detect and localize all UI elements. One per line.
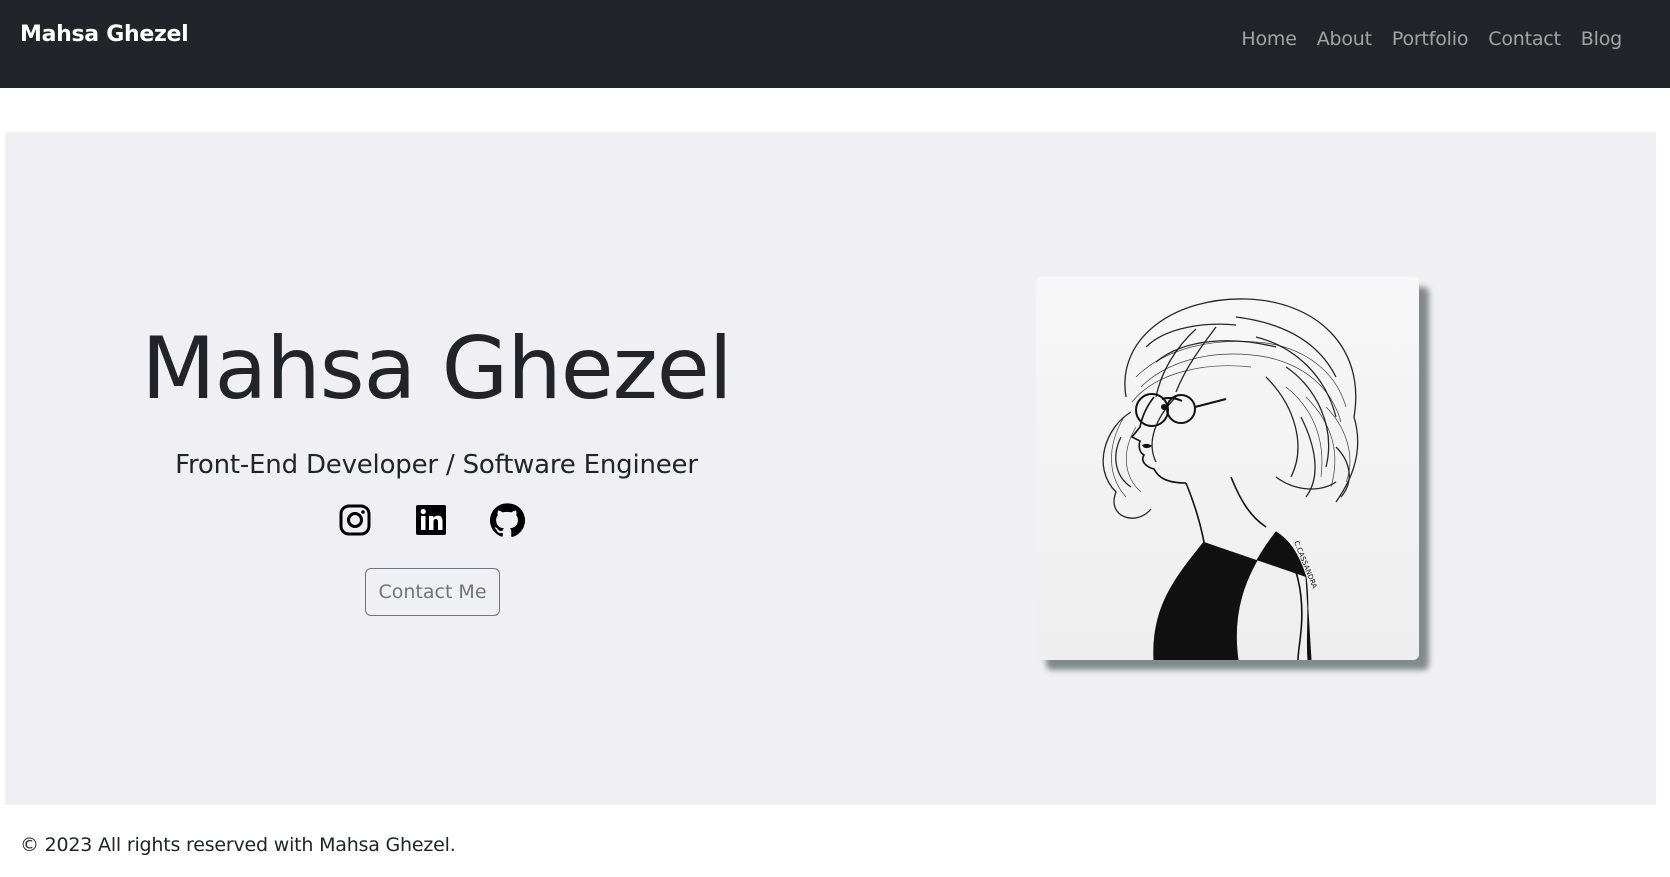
brand-link[interactable]: Mahsa Ghezel [20,22,189,47]
nav-link-portfolio[interactable]: Portfolio [1382,28,1478,50]
navbar: Mahsa Ghezel Home About Portfolio Contac… [0,0,1670,88]
hero-subtitle: Front-End Developer / Software Engineer [175,450,698,480]
hero-section: Mahsa Ghezel Front-End Developer / Softw… [5,132,1656,805]
portrait-illustration: C.CASSANDRA [1102,298,1359,660]
nav-link-home[interactable]: Home [1231,28,1306,50]
instagram-icon[interactable] [337,502,373,538]
github-icon[interactable] [489,502,526,538]
social-links [337,502,526,538]
nav-link-blog[interactable]: Blog [1571,28,1632,50]
nav-link-contact[interactable]: Contact [1478,28,1571,50]
hero-name: Mahsa Ghezel [141,319,732,419]
footer-copyright: © 2023 All rights reserved with Mahsa Gh… [20,834,456,856]
portrait-image: C.CASSANDRA [1036,277,1419,660]
nav-links: Home About Portfolio Contact Blog [1231,28,1632,50]
linkedin-icon[interactable] [413,502,449,538]
nav-link-about[interactable]: About [1307,28,1382,50]
contact-me-button[interactable]: Contact Me [365,568,500,616]
